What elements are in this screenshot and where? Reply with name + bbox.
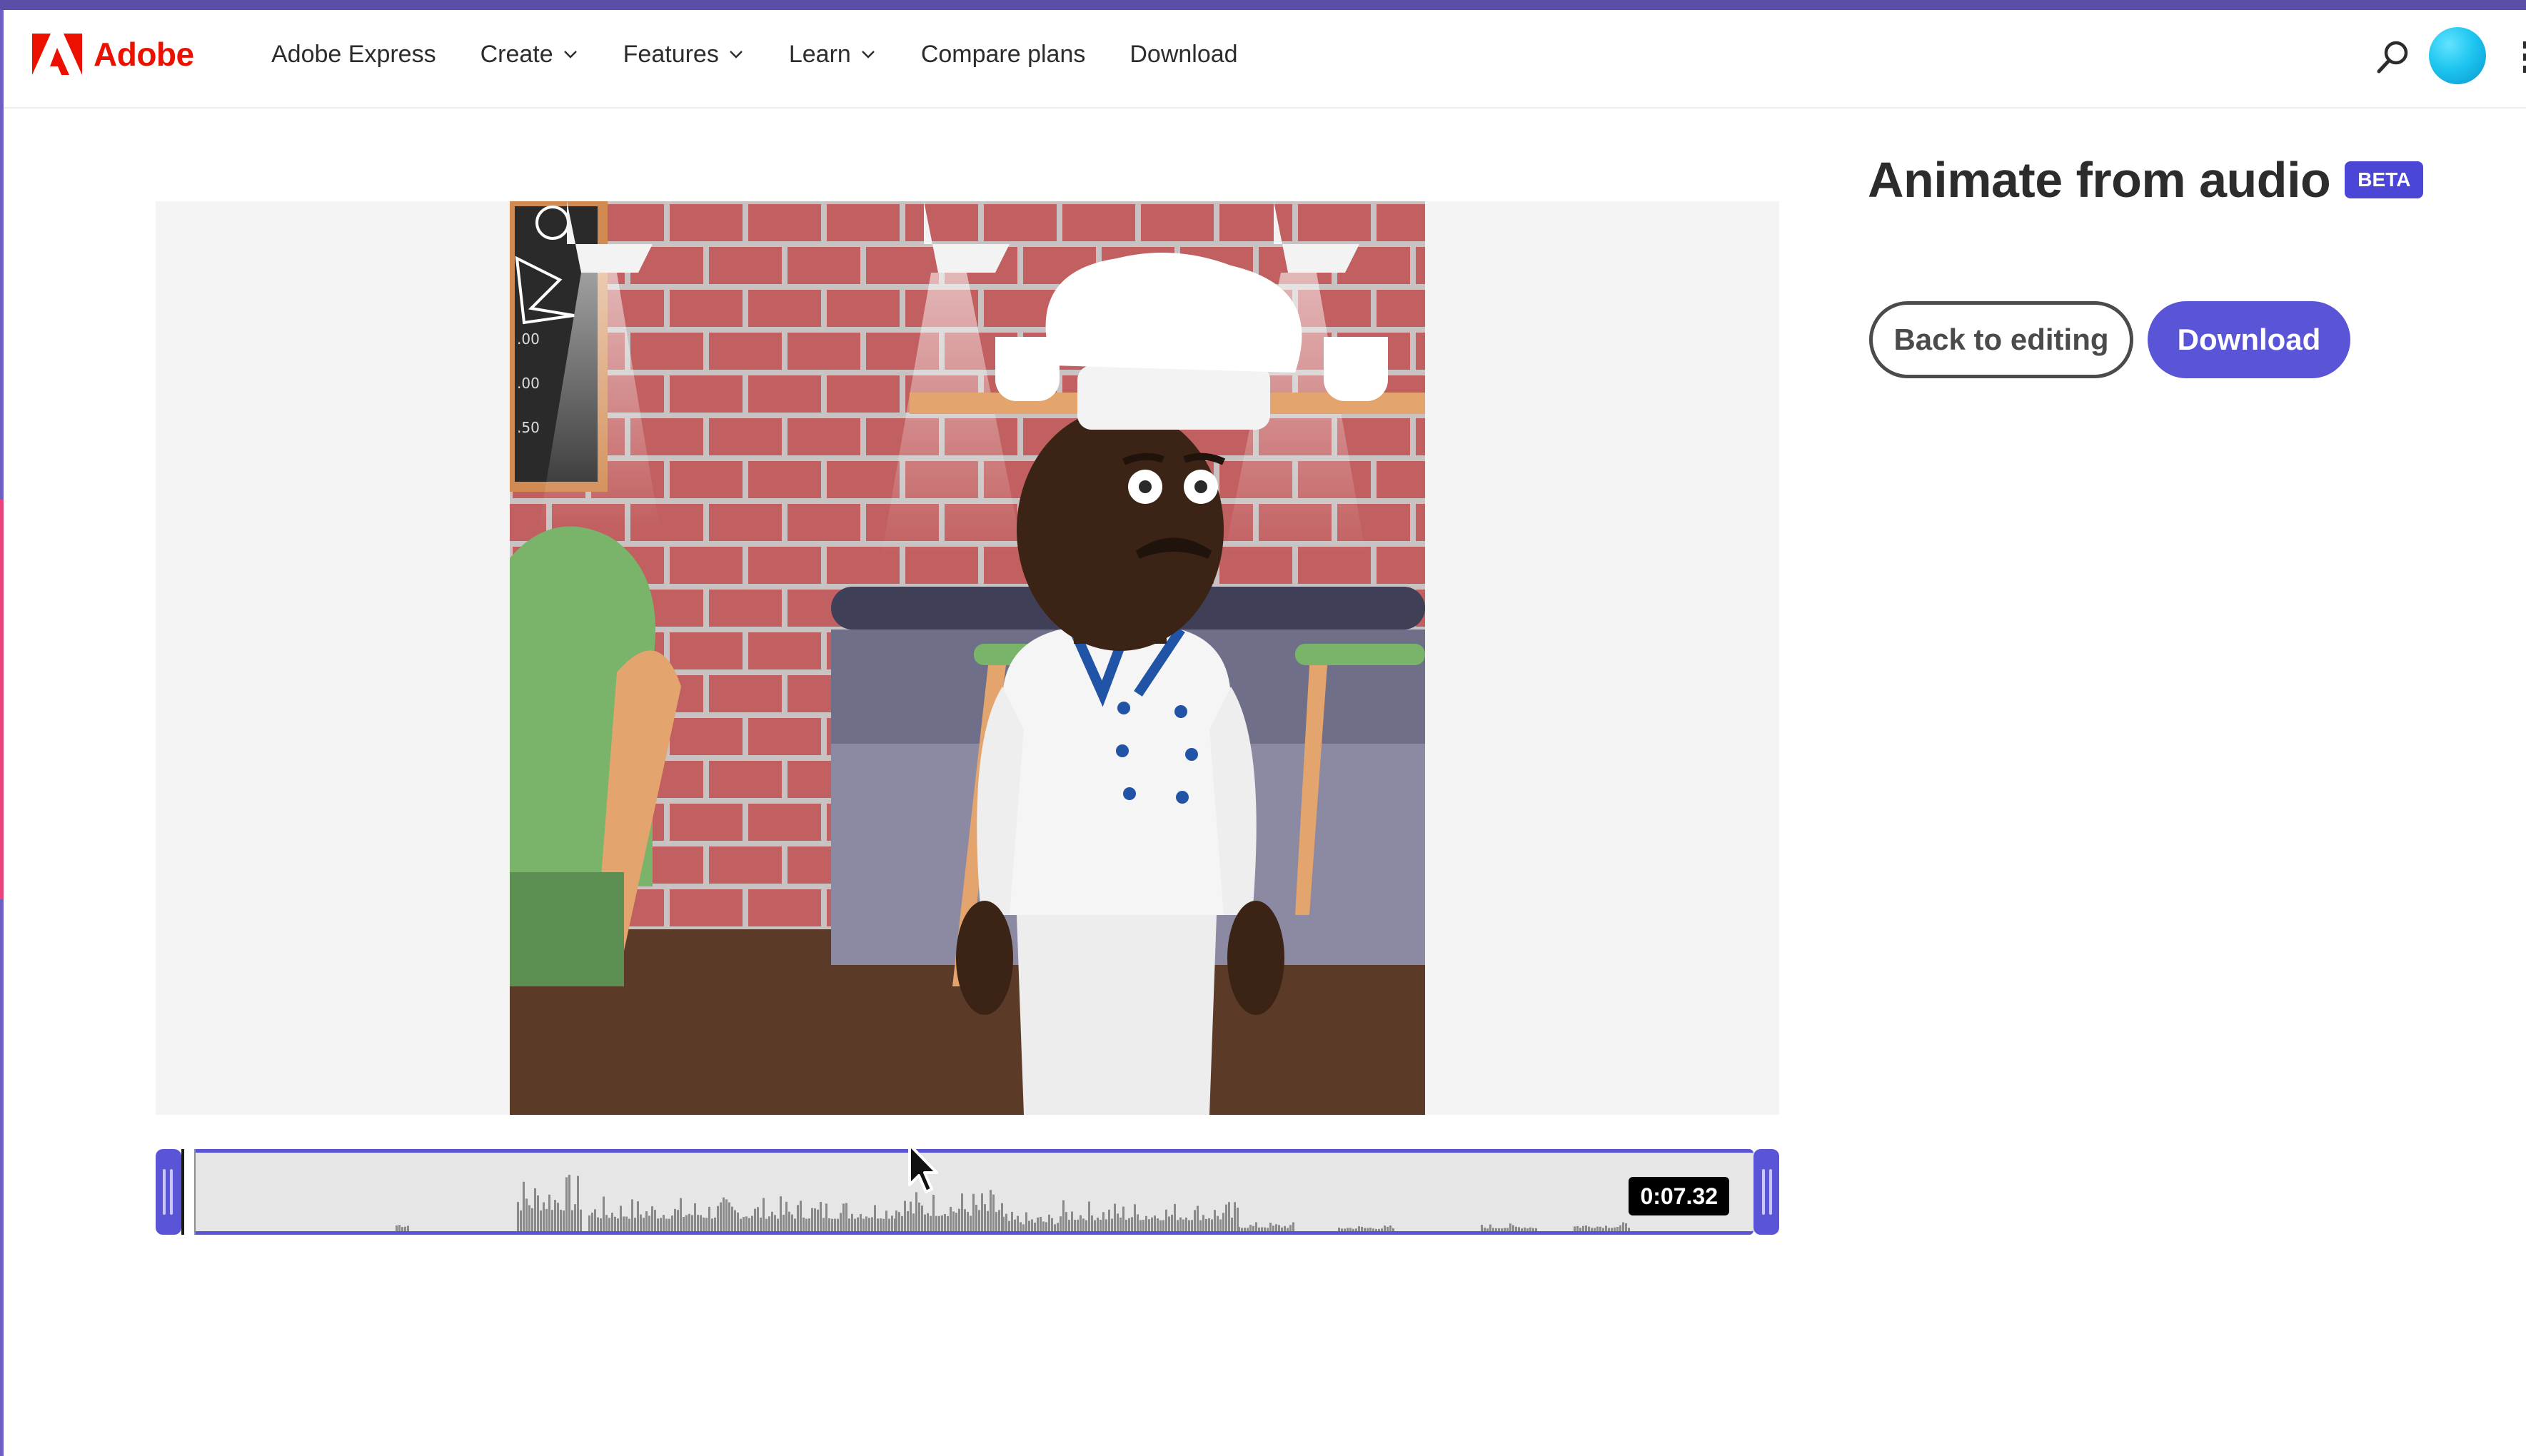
global-nav: Adobe Adobe Express Create Features Lear…	[4, 10, 2526, 108]
avatar[interactable]	[2429, 27, 2486, 84]
nav-label: Features	[623, 40, 719, 68]
adobe-logo-icon	[32, 34, 82, 75]
grip-line	[170, 1169, 173, 1215]
panel-heading: Animate from audio BETA	[1868, 151, 2424, 208]
nav-label: Compare plans	[920, 40, 1086, 68]
nav-actions	[2312, 26, 2526, 84]
trim-handle-end[interactable]	[1753, 1149, 1779, 1235]
nav-label: Learn	[788, 40, 851, 68]
audio-timeline[interactable]: 0:07.32	[156, 1149, 1779, 1235]
svg-text:.50: .50	[517, 419, 540, 436]
window-top-border	[0, 0, 2526, 10]
nav-learn[interactable]: Learn	[789, 41, 877, 69]
beta-badge: BETA	[2345, 161, 2424, 198]
grip-line	[1762, 1169, 1765, 1215]
chef-character-scene: .00 .00 .50	[510, 201, 1425, 1115]
trim-handle-start[interactable]	[156, 1149, 181, 1235]
search-icon[interactable]	[2375, 39, 2412, 76]
chevron-down-icon	[729, 51, 743, 59]
main-nav: Adobe Express Create Features Learn Comp…	[271, 26, 1238, 83]
mouse-cursor-icon	[908, 1143, 938, 1193]
page-title: Animate from audio	[1868, 152, 2331, 208]
svg-text:.00: .00	[517, 330, 540, 348]
nav-features[interactable]: Features	[623, 41, 745, 69]
waveform-track[interactable]: 0:07.32	[181, 1149, 1753, 1235]
back-to-editing-button[interactable]: Back to editing	[1869, 301, 2133, 378]
chevron-down-icon	[861, 51, 875, 59]
playhead[interactable]	[181, 1149, 196, 1235]
nav-adobe-express[interactable]: Adobe Express	[271, 41, 436, 69]
brand-name: Adobe	[94, 36, 194, 73]
adobe-logo-link[interactable]: Adobe	[32, 26, 194, 83]
apps-grid-icon[interactable]	[2523, 41, 2526, 73]
preview-stage: .00 .00 .50	[156, 201, 1779, 1115]
nav-label: Download	[1129, 40, 1238, 68]
nav-compare-plans[interactable]: Compare plans	[921, 41, 1086, 69]
download-button[interactable]: Download	[2148, 301, 2350, 378]
time-badge: 0:07.32	[1629, 1177, 1729, 1215]
nav-label: Create	[480, 40, 553, 68]
audio-waveform	[396, 1174, 1630, 1231]
animation-preview[interactable]: .00 .00 .50	[510, 201, 1425, 1115]
nav-create[interactable]: Create	[480, 41, 579, 69]
nav-download[interactable]: Download	[1129, 41, 1237, 69]
nav-label: Adobe Express	[271, 40, 436, 68]
grip-line	[1769, 1169, 1772, 1215]
svg-text:.00: .00	[517, 375, 540, 392]
window-edge-accent	[0, 500, 4, 899]
grip-line	[163, 1169, 166, 1215]
chevron-down-icon	[563, 51, 577, 59]
